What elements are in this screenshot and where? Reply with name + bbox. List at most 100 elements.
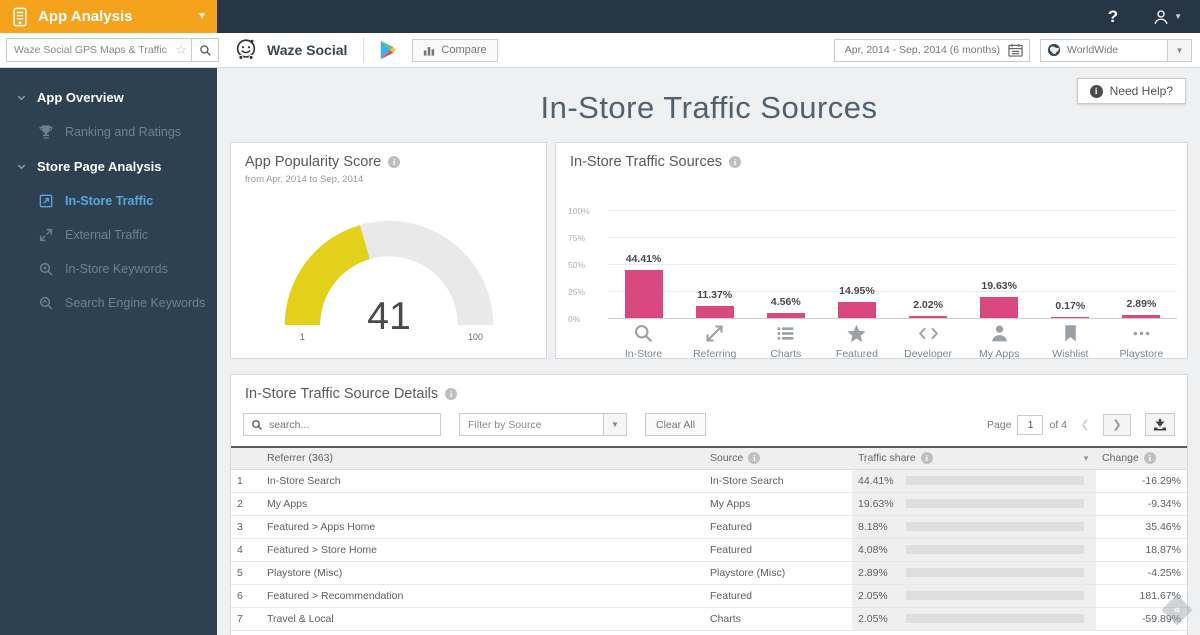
help-button[interactable]: ? bbox=[1108, 7, 1118, 27]
sidebar-section-store-page-analysis[interactable]: Store Page Analysis bbox=[0, 149, 217, 184]
bar-column-developer[interactable]: 2.02% Developer bbox=[893, 210, 964, 360]
traffic-share-bar bbox=[906, 545, 1084, 554]
page-label: Page bbox=[986, 418, 1012, 431]
referring-icon bbox=[679, 323, 750, 344]
referrer-cell: My Apps bbox=[261, 492, 704, 516]
info-icon[interactable]: i bbox=[445, 388, 458, 400]
table-row[interactable]: 5 Playstore (Misc) Playstore (Misc) 2.89% -4… bbox=[231, 561, 1187, 585]
table-row[interactable]: 4 Featured > Store Home Featured 4.08% 18.87… bbox=[231, 538, 1187, 562]
calendar-icon bbox=[1008, 43, 1023, 57]
next-page-button[interactable]: ❯ bbox=[1103, 413, 1131, 436]
bar-category-label: Charts bbox=[770, 348, 802, 360]
traffic-share-cell: 44.41% bbox=[852, 469, 1096, 493]
bar-column-featured[interactable]: 14.95% Featured bbox=[821, 210, 892, 360]
chart-card-title: In-Store Traffic Sources bbox=[570, 154, 723, 170]
column-header-source[interactable]: Source i bbox=[704, 446, 852, 470]
change-cell: 18.87% bbox=[1096, 538, 1187, 562]
bar-column-my-apps[interactable]: 19.63% My Apps bbox=[964, 210, 1035, 360]
code-icon bbox=[893, 323, 964, 344]
keywords-icon bbox=[38, 261, 54, 277]
traffic-share-bar bbox=[906, 568, 1084, 577]
bar-column-wishlist[interactable]: 0.17% Wishlist bbox=[1035, 210, 1106, 360]
clear-all-button[interactable]: Clear All bbox=[645, 413, 707, 436]
table-card-title: In-Store Traffic Source Details bbox=[245, 386, 439, 402]
trophy-icon bbox=[38, 124, 54, 140]
traffic-share-cell: 4.08% bbox=[852, 538, 1096, 562]
page-title: In-Store Traffic Sources bbox=[540, 90, 878, 125]
bar-value-label: 2.02% bbox=[913, 298, 943, 311]
favorite-star-icon[interactable]: ☆ bbox=[175, 42, 187, 58]
column-header-traffic-share[interactable]: Traffic share i ▼ bbox=[852, 446, 1096, 470]
column-header-referrer[interactable]: Referrer (363) bbox=[261, 446, 704, 470]
info-icon[interactable]: i bbox=[388, 156, 401, 168]
sidebar-item-label: Search Engine Keywords bbox=[65, 296, 206, 310]
compare-button[interactable]: Compare bbox=[412, 38, 498, 62]
traffic-share-value: 44.41% bbox=[858, 474, 894, 487]
sidebar-item-in-store-keywords[interactable]: In-Store Keywords bbox=[0, 252, 217, 286]
bar-value-label: 4.56% bbox=[770, 296, 801, 309]
sort-chevron-icon: ▼ bbox=[1082, 453, 1090, 463]
info-icon: i bbox=[1143, 452, 1156, 465]
change-cell: -16.29% bbox=[1096, 469, 1187, 493]
download-button[interactable] bbox=[1145, 413, 1175, 436]
source-cell: Playstore (Misc) bbox=[704, 561, 852, 585]
sidebar-section-label: Store Page Analysis bbox=[37, 159, 162, 174]
page-number-input[interactable] bbox=[1017, 414, 1044, 435]
bar-value-label: 44.41% bbox=[625, 253, 662, 266]
globe-icon bbox=[1047, 43, 1061, 57]
bar-column-in-store[interactable]: 44.41% In-Store bbox=[608, 210, 679, 360]
region-value: WorldWide bbox=[1067, 44, 1119, 56]
row-number: 3 bbox=[231, 515, 261, 539]
bar-column-playstore[interactable]: 2.89% Playstore bbox=[1106, 210, 1177, 360]
traffic-sources-bar-chart: 100% 75% 50% 25% 0% 44.41% In-Store 11.37% Refe… bbox=[568, 198, 1177, 360]
sidebar-item-ranking-and-ratings[interactable]: Ranking and Ratings bbox=[0, 115, 217, 149]
search-submit-button[interactable] bbox=[192, 38, 219, 62]
table-row[interactable]: 2 My Apps My Apps 19.63% -9.34% bbox=[231, 492, 1187, 516]
account-menu[interactable]: ▼ bbox=[1152, 8, 1182, 26]
previous-page-button: ❮ bbox=[1080, 419, 1090, 431]
column-header-change[interactable]: Change i bbox=[1096, 446, 1187, 470]
app-name: Waze Social bbox=[267, 42, 348, 58]
bar-category-label: Referring bbox=[693, 348, 737, 360]
referrer-cell: Featured > Apps Home bbox=[261, 515, 704, 539]
table-row[interactable]: 6 Featured > Recommendation Featured 2.05% 1… bbox=[231, 584, 1187, 608]
y-axis-tick: 25% bbox=[568, 287, 586, 297]
info-icon[interactable]: i bbox=[729, 156, 742, 168]
row-number: 5 bbox=[231, 561, 261, 585]
sidebar-item-search-engine-keywords[interactable]: Search Engine Keywords bbox=[0, 286, 217, 320]
sidebar-item-in-store-traffic[interactable]: In-Store Traffic bbox=[0, 184, 217, 218]
sidebar-item-external-traffic[interactable]: External Traffic bbox=[0, 218, 217, 252]
region-selector[interactable]: WorldWide ▼ bbox=[1040, 38, 1192, 62]
sidebar-item-label: External Traffic bbox=[65, 228, 149, 242]
bar-column-charts[interactable]: 4.56% Charts bbox=[750, 210, 821, 360]
traffic-share-value: 4.08% bbox=[858, 543, 888, 556]
main-content: In-Store Traffic Sources i Need Help? Ap… bbox=[217, 68, 1200, 635]
app-analysis-menu[interactable]: App Analysis ▼ bbox=[0, 0, 217, 33]
table-search-input[interactable] bbox=[269, 418, 433, 431]
app-search-input[interactable] bbox=[14, 44, 176, 56]
table-row[interactable]: 1 In-Store Search In-Store Search 44.41% -16… bbox=[231, 469, 1187, 493]
row-number: 1 bbox=[231, 469, 261, 493]
info-icon: i bbox=[920, 452, 933, 465]
traffic-share-cell: 8.18% bbox=[852, 515, 1096, 539]
traffic-sources-chart-card: In-Store Traffic Sources i 100% 75% 50% 25%… bbox=[555, 142, 1188, 360]
bar-column-referring[interactable]: 11.37% Referring bbox=[679, 210, 750, 360]
sidebar-section-app-overview[interactable]: App Overview bbox=[0, 80, 217, 115]
traffic-share-bar bbox=[906, 591, 1084, 600]
list-icon bbox=[750, 323, 821, 344]
gauge-min-label: 1 bbox=[300, 332, 305, 342]
table-row[interactable]: 7 Travel & Local Charts 2.05% -59.89% bbox=[231, 607, 1187, 631]
filter-by-source-dropdown[interactable]: Filter by Source ▼ bbox=[459, 413, 627, 436]
table-row[interactable]: 3 Featured > Apps Home Featured 8.18% 35.46% bbox=[231, 515, 1187, 539]
date-range-picker[interactable]: Apr, 2014 - Sep, 2014 (6 months) bbox=[833, 38, 1030, 62]
referrer-cell: Playstore (Misc) bbox=[261, 561, 704, 585]
bar bbox=[624, 270, 663, 318]
traffic-share-value: 2.89% bbox=[858, 566, 888, 579]
bar-category-label: Wishlist bbox=[1052, 348, 1089, 360]
need-help-button[interactable]: i Need Help? bbox=[1076, 78, 1186, 104]
waze-app-icon bbox=[236, 39, 256, 60]
bar bbox=[1051, 316, 1090, 318]
chevron-down-icon: ▼ bbox=[197, 11, 207, 22]
search-icon bbox=[252, 419, 262, 430]
app-popularity-score-card: App Popularity Score i from Apr, 2014 to… bbox=[230, 142, 547, 359]
